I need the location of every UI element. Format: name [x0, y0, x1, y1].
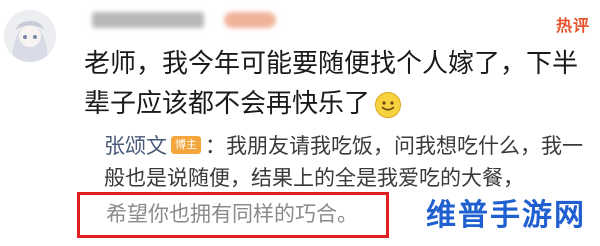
anime-avatar-icon [4, 10, 56, 62]
comment-body: 老师，我今年可能要随便找个人嫁了，下半辈子应该都不会再快乐了 [84, 44, 594, 124]
avatar[interactable] [4, 10, 56, 62]
username-blurred[interactable] [92, 12, 204, 28]
smile-emoji-icon [374, 91, 402, 119]
site-watermark: 维普手游网 [426, 198, 586, 233]
highlighted-reply-text: 希望你也拥有同样的巧合。 [106, 202, 358, 226]
comment-text: 老师，我今年可能要随便找个人嫁了，下半辈子应该都不会再快乐了 [84, 49, 579, 119]
reply-colon: ： [205, 134, 226, 158]
reply-body: 张颂文 博主 ：我朋友请我吃饭，问我想吃什么，我一般也是说随便，结果上的全是我爱吃的… [104, 130, 584, 194]
user-level-badge [224, 12, 276, 28]
reply-author[interactable]: 张颂文 [104, 134, 167, 158]
author-badge: 博主 [171, 136, 201, 154]
hot-comment-tag: 热评 [555, 16, 590, 35]
